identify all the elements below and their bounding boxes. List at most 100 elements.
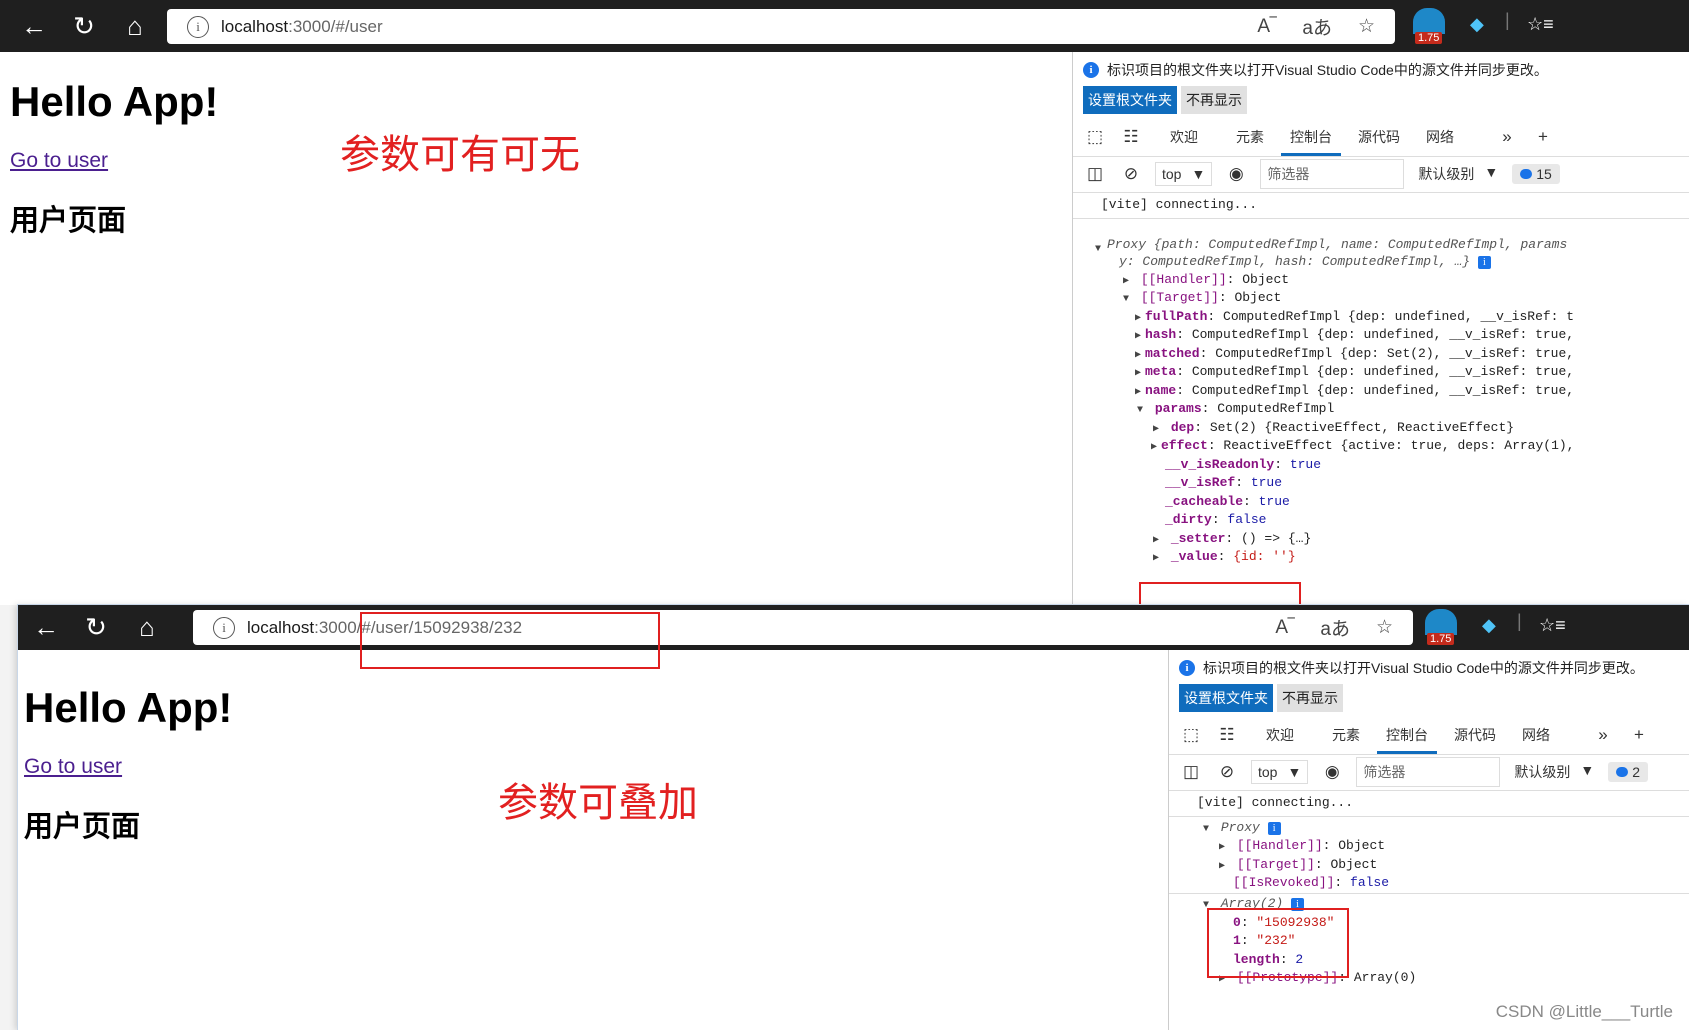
site-info-icon[interactable]: i xyxy=(187,15,209,38)
expand-triangle-icon[interactable]: ▶ xyxy=(1135,330,1145,342)
back-icon[interactable]: ← xyxy=(14,13,54,39)
go-to-user-link[interactable]: Go to user xyxy=(24,755,122,779)
highlight-box-array xyxy=(1207,908,1349,978)
tab-sources[interactable]: 源代码 xyxy=(1441,716,1509,754)
tab-welcome[interactable]: 欢迎 xyxy=(1157,118,1211,156)
expand-triangle-icon[interactable]: ▶ xyxy=(1153,534,1163,546)
console-line[interactable]: ▼ Proxy {path: ComputedRefImpl, name: Com… xyxy=(1095,237,1567,255)
expand-triangle-icon[interactable]: ▶ xyxy=(1219,860,1229,872)
expand-triangle-icon[interactable]: ▶ xyxy=(1135,367,1145,379)
expand-triangle-icon[interactable]: ▶ xyxy=(1135,312,1145,324)
tree-row[interactable]: ▶ _setter: () => {…} xyxy=(1153,531,1311,546)
tab-network[interactable]: 网络 xyxy=(1413,118,1467,156)
context-select[interactable]: top ▼ xyxy=(1251,760,1309,784)
device-emulation-icon[interactable]: ☷ xyxy=(1209,725,1245,745)
tree-row[interactable]: ▶ meta: ComputedRefImpl {dep: undefined, … xyxy=(1135,364,1574,379)
clear-console-icon[interactable]: ⊘ xyxy=(1209,762,1245,782)
set-root-folder-button[interactable]: 设置根文件夹 xyxy=(1179,684,1273,712)
message-icon xyxy=(1616,767,1629,777)
expand-triangle-icon[interactable]: ▼ xyxy=(1203,824,1213,835)
message-count-badge[interactable]: 2 xyxy=(1608,762,1648,782)
expand-triangle-icon[interactable]: ▼ xyxy=(1095,244,1105,255)
back-icon[interactable]: ← xyxy=(26,614,66,640)
tree-row[interactable]: ▶ effect: ReactiveEffect {active: true, d… xyxy=(1151,438,1574,453)
refresh-icon[interactable]: ↻ xyxy=(76,614,116,640)
expand-triangle-icon[interactable]: ▶ xyxy=(1153,423,1163,435)
set-root-folder-button[interactable]: 设置根文件夹 xyxy=(1083,86,1177,114)
dont-show-again-button[interactable]: 不再显示 xyxy=(1277,684,1343,712)
context-value: top xyxy=(1258,764,1278,780)
message-count-badge[interactable]: 15 xyxy=(1512,164,1560,184)
favorite-add-icon[interactable]: ☆ xyxy=(1376,616,1393,639)
favorite-add-icon[interactable]: ☆ xyxy=(1358,15,1375,38)
extension-icon[interactable] xyxy=(1413,8,1445,34)
go-to-user-link[interactable]: Go to user xyxy=(10,149,108,173)
expand-triangle-icon[interactable]: ▶ xyxy=(1123,275,1133,287)
expand-triangle-icon[interactable]: ▼ xyxy=(1123,294,1133,305)
tree-row[interactable]: ▶ [[Handler]]: Object xyxy=(1123,272,1289,287)
address-bar[interactable]: i localhost:3000/#/user A‾ aあ ☆ xyxy=(167,9,1395,44)
add-tab-icon[interactable]: + xyxy=(1525,127,1561,147)
tab-network[interactable]: 网络 xyxy=(1509,716,1563,754)
tree-value: Object xyxy=(1330,857,1378,872)
gem-extension-icon[interactable]: ◆ xyxy=(1482,615,1496,636)
tab-sources[interactable]: 源代码 xyxy=(1345,118,1413,156)
tree-row[interactable]: ▶ [[Handler]]: Object xyxy=(1219,838,1385,853)
tree-row[interactable]: ▶ hash: ComputedRefImpl {dep: undefined, … xyxy=(1135,327,1574,342)
inspect-icon[interactable]: ⬚ xyxy=(1077,127,1113,147)
site-info-icon[interactable]: i xyxy=(213,616,235,639)
filter-input[interactable]: 筛选器 xyxy=(1356,757,1501,787)
live-expression-eye-icon[interactable]: ◉ xyxy=(1218,164,1254,184)
live-expression-eye-icon[interactable]: ◉ xyxy=(1314,762,1350,782)
tree-row[interactable]: ▶ name: ComputedRefImpl {dep: undefined, … xyxy=(1135,383,1574,398)
browser-window-bottom: ← ↻ ⌂ i localhost:3000/#/user/15092938/2… xyxy=(18,605,1689,1030)
tree-row[interactable]: ▼ params: ComputedRefImpl xyxy=(1137,401,1334,416)
console-line[interactable]: ▼ Proxy i xyxy=(1203,820,1281,835)
translate-icon[interactable]: aあ xyxy=(1302,13,1332,40)
expand-triangle-icon[interactable]: ▶ xyxy=(1135,349,1145,361)
refresh-icon[interactable]: ↻ xyxy=(64,13,104,39)
add-tab-icon[interactable]: + xyxy=(1621,725,1657,745)
clear-console-icon[interactable]: ⊘ xyxy=(1113,164,1149,184)
tab-elements[interactable]: 元素 xyxy=(1319,716,1373,754)
log-level-select[interactable]: 默认级别 ▼ xyxy=(1506,762,1602,782)
tab-welcome[interactable]: 欢迎 xyxy=(1253,716,1307,754)
sidebar-toggle-icon[interactable]: ◫ xyxy=(1077,164,1113,184)
sidebar-toggle-icon[interactable]: ◫ xyxy=(1173,762,1209,782)
expand-triangle-icon[interactable]: ▶ xyxy=(1153,552,1163,564)
expand-triangle-icon[interactable]: ▶ xyxy=(1135,386,1145,398)
context-select[interactable]: top ▼ xyxy=(1155,162,1213,186)
read-aloud-icon[interactable]: A‾ xyxy=(1275,617,1294,639)
tree-row[interactable]: ▼ [[Target]]: Object xyxy=(1123,290,1281,305)
expand-triangle-icon[interactable]: ▶ xyxy=(1151,441,1161,453)
expand-triangle-icon[interactable]: ▶ xyxy=(1219,841,1229,853)
more-tabs-icon[interactable]: » xyxy=(1489,127,1525,147)
tree-row[interactable]: ▶ matched: ComputedRefImpl {dep: Set(2), … xyxy=(1135,346,1574,361)
dont-show-again-button[interactable]: 不再显示 xyxy=(1181,86,1247,114)
tab-elements[interactable]: 元素 xyxy=(1223,118,1277,156)
favorites-icon[interactable]: ☆≡ xyxy=(1539,615,1566,636)
extension-icon[interactable] xyxy=(1425,609,1457,635)
tree-row[interactable]: ▶ _value: {id: ''} xyxy=(1153,549,1296,564)
filter-input[interactable]: 筛选器 xyxy=(1260,159,1405,189)
info-icon[interactable]: i xyxy=(1477,256,1491,269)
expand-triangle-icon[interactable]: ▼ xyxy=(1137,405,1147,416)
tree-row[interactable]: ▶ dep: Set(2) {ReactiveEffect, ReactiveE… xyxy=(1153,420,1514,435)
tree-row[interactable]: ▶ [[Target]]: Object xyxy=(1219,857,1377,872)
tab-console[interactable]: 控制台 xyxy=(1277,118,1345,156)
tab-console[interactable]: 控制台 xyxy=(1373,716,1441,754)
tree-key: matched xyxy=(1145,346,1200,361)
tree-row[interactable]: ▶ fullPath: ComputedRefImpl {dep: undefin… xyxy=(1135,309,1574,324)
home-icon[interactable]: ⌂ xyxy=(115,13,155,39)
info-icon[interactable]: i xyxy=(1267,822,1281,835)
log-level-select[interactable]: 默认级别 ▼ xyxy=(1410,164,1506,184)
gem-extension-icon[interactable]: ◆ xyxy=(1470,14,1484,35)
translate-icon[interactable]: aあ xyxy=(1320,614,1350,641)
more-tabs-icon[interactable]: » xyxy=(1585,725,1621,745)
read-aloud-icon[interactable]: A‾ xyxy=(1257,16,1276,38)
home-icon[interactable]: ⌂ xyxy=(127,614,167,640)
device-emulation-icon[interactable]: ☷ xyxy=(1113,127,1149,147)
user-page-heading: 用户页面 xyxy=(10,205,127,237)
inspect-icon[interactable]: ⬚ xyxy=(1173,725,1209,745)
favorites-icon[interactable]: ☆≡ xyxy=(1527,14,1554,35)
